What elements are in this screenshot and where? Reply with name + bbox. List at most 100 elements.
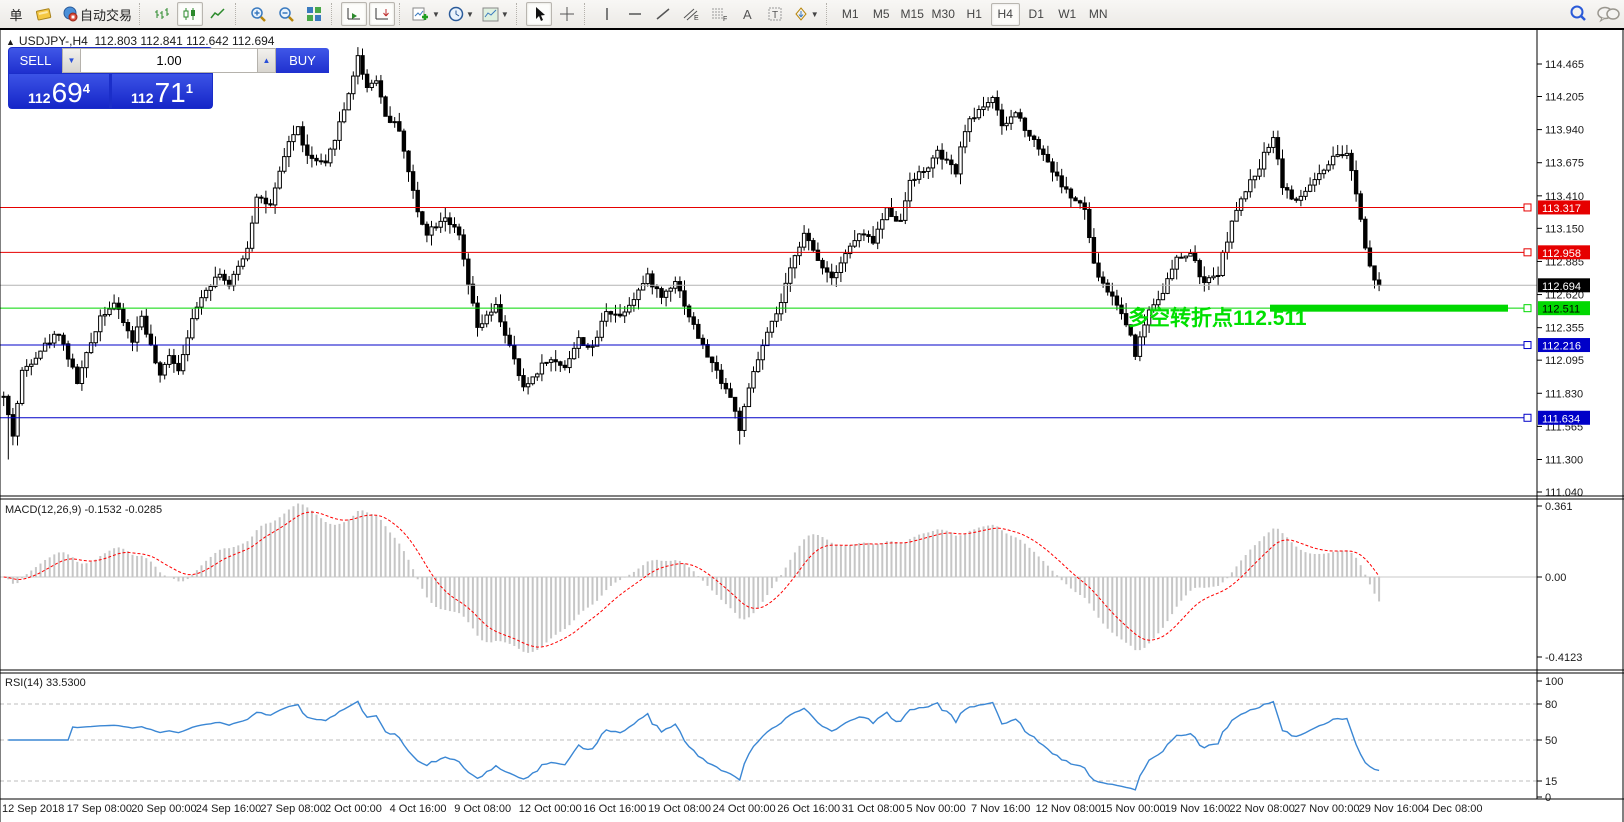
cursor-icon[interactable] [526, 2, 552, 26]
buy-price-display[interactable]: 112711 [112, 74, 212, 108]
svg-text:112.511: 112.511 [1542, 304, 1580, 316]
timeframe-d1-button[interactable]: D1 [1022, 3, 1051, 26]
buy-price-big: 71 [155, 80, 186, 106]
svg-text:100: 100 [1545, 676, 1563, 688]
svg-text:E: E [694, 15, 699, 22]
date-label: 4 Oct 16:00 [390, 803, 447, 815]
sell-button[interactable]: SELL [9, 48, 62, 73]
chart-symbol: USDJPY-,H4 [19, 34, 88, 48]
svg-text:113.940: 113.940 [1545, 125, 1584, 137]
svg-text:111.634: 111.634 [1542, 413, 1580, 425]
bar-chart-icon[interactable] [149, 2, 175, 26]
date-label: 12 Nov 08:00 [1036, 803, 1101, 815]
new-chart-icon[interactable]: ▼ [409, 2, 443, 26]
toolbar-separator [826, 3, 832, 25]
text-icon[interactable]: A [734, 2, 760, 26]
auto-scroll-icon[interactable] [369, 2, 395, 26]
timeframe-h4-button[interactable]: H4 [991, 3, 1020, 26]
volume-decrease-button[interactable]: ▼ [62, 48, 81, 73]
rsi-line [8, 701, 1379, 790]
svg-text:113.150: 113.150 [1545, 223, 1584, 235]
date-label: 24 Oct 00:00 [713, 803, 776, 815]
chart-canvas[interactable]: 114.465114.205113.940113.675113.410113.1… [0, 30, 1624, 822]
vertical-line-icon[interactable] [594, 2, 620, 26]
sell-price-display[interactable]: 112694 [9, 74, 109, 108]
date-label: 16 Oct 16:00 [583, 803, 646, 815]
volume-input[interactable] [81, 48, 257, 73]
svg-text:F: F [723, 16, 727, 22]
templates-icon[interactable]: ▼ [479, 2, 512, 26]
fibonacci-icon[interactable]: F [706, 2, 732, 26]
search-icon[interactable] [1565, 2, 1591, 26]
svg-text:0.00: 0.00 [1545, 572, 1566, 584]
date-label: 5 Nov 00:00 [906, 803, 965, 815]
svg-text:113.675: 113.675 [1545, 158, 1584, 170]
trendline-icon[interactable] [650, 2, 676, 26]
svg-text:111.300: 111.300 [1545, 455, 1583, 467]
date-label: 27 Sep 08:00 [260, 803, 325, 815]
timeframe-m30-button[interactable]: M30 [929, 3, 958, 26]
pivot-annotation-text[interactable]: 多空转折点112.511 [1128, 302, 1307, 332]
profiles-icon[interactable]: ▼ [445, 2, 477, 26]
timeframe-m5-button[interactable]: M5 [867, 3, 896, 26]
svg-text:-0.4123: -0.4123 [1545, 652, 1582, 664]
arrows-icon[interactable]: ▼ [790, 2, 822, 26]
svg-text:114.205: 114.205 [1545, 91, 1584, 103]
chart-title: ▲ USDJPY-,H4 112.803 112.841 112.642 112.… [6, 34, 274, 48]
date-label: 19 Oct 08:00 [648, 803, 711, 815]
horizontal-line-icon[interactable] [622, 2, 648, 26]
svg-text:T: T [772, 10, 778, 21]
buy-price-pip: 1 [186, 81, 193, 96]
timeframe-m15-button[interactable]: M15 [898, 3, 927, 26]
chart-ohlc-values: 112.803 112.841 112.642 112.694 [95, 34, 275, 48]
crosshair-icon[interactable] [554, 2, 580, 26]
date-label: 12 Sep 2018 [2, 803, 64, 815]
community-chat-icon[interactable] [1593, 2, 1623, 26]
svg-text:111.040: 111.040 [1545, 487, 1583, 499]
date-label: 2 Oct 00:00 [325, 803, 382, 815]
hline-handle [1524, 305, 1531, 312]
date-label: 29 Nov 16:00 [1359, 803, 1424, 815]
svg-text:112.095: 112.095 [1545, 355, 1584, 367]
tile-windows-icon[interactable] [301, 2, 327, 26]
one-click-trading-panel: SELL ▼ ▲ BUY 112694 112711 [8, 47, 213, 109]
chart-shift-icon[interactable] [341, 2, 367, 26]
toolbar-separator [139, 3, 145, 25]
timeframe-w1-button[interactable]: W1 [1053, 3, 1082, 26]
svg-text:0.361: 0.361 [1545, 501, 1573, 513]
date-label: 26 Oct 16:00 [777, 803, 840, 815]
equidistant-channel-icon[interactable]: E [678, 2, 704, 26]
date-label: 19 Nov 16:00 [1165, 803, 1230, 815]
hline-handle [1524, 342, 1531, 349]
timeframe-m1-button[interactable]: M1 [836, 3, 865, 26]
rsi-layer [0, 701, 1537, 790]
zoom-out-icon[interactable] [273, 2, 299, 26]
date-label: 12 Oct 00:00 [519, 803, 582, 815]
zoom-in-icon[interactable] [245, 2, 271, 26]
market-watch-icon[interactable] [31, 2, 57, 26]
time-axis-labels[interactable]: 12 Sep 201817 Sep 08:0020 Sep 00:0024 Se… [2, 803, 1483, 815]
macd-indicator-label: MACD(12,26,9) -0.1532 -0.0285 [5, 504, 162, 516]
pane-separators[interactable] [0, 30, 1624, 822]
sell-price-pip: 4 [83, 81, 90, 96]
toolbar-separator [516, 3, 522, 25]
buy-button[interactable]: BUY [276, 48, 329, 73]
timeframe-mn-button[interactable]: MN [1084, 3, 1113, 26]
sell-price-prefix: 112 [28, 90, 51, 106]
svg-text:112.355: 112.355 [1545, 323, 1584, 335]
svg-text:114.465: 114.465 [1545, 59, 1584, 71]
collapse-panel-icon[interactable]: ▲ [6, 37, 15, 47]
date-label: 7 Nov 16:00 [971, 803, 1030, 815]
hline-handle [1524, 204, 1531, 211]
volume-increase-button[interactable]: ▲ [257, 48, 276, 73]
svg-text:111.830: 111.830 [1545, 388, 1583, 400]
text-label-icon[interactable]: T [762, 2, 788, 26]
date-label: 15 Nov 00:00 [1100, 803, 1165, 815]
auto-trading-button[interactable]: 自动交易 [59, 2, 135, 26]
line-chart-icon[interactable] [205, 2, 231, 26]
candlestick-chart-icon[interactable] [177, 2, 203, 26]
mt4-application: 单自动交易▼▼▼EFAT▼M1M5M15M30H1H4D1W1MN 114.46… [0, 0, 1624, 822]
timeframe-h1-button[interactable]: H1 [960, 3, 989, 26]
buy-price-prefix: 112 [131, 90, 154, 106]
new-order-button[interactable]: 单 [3, 2, 29, 26]
